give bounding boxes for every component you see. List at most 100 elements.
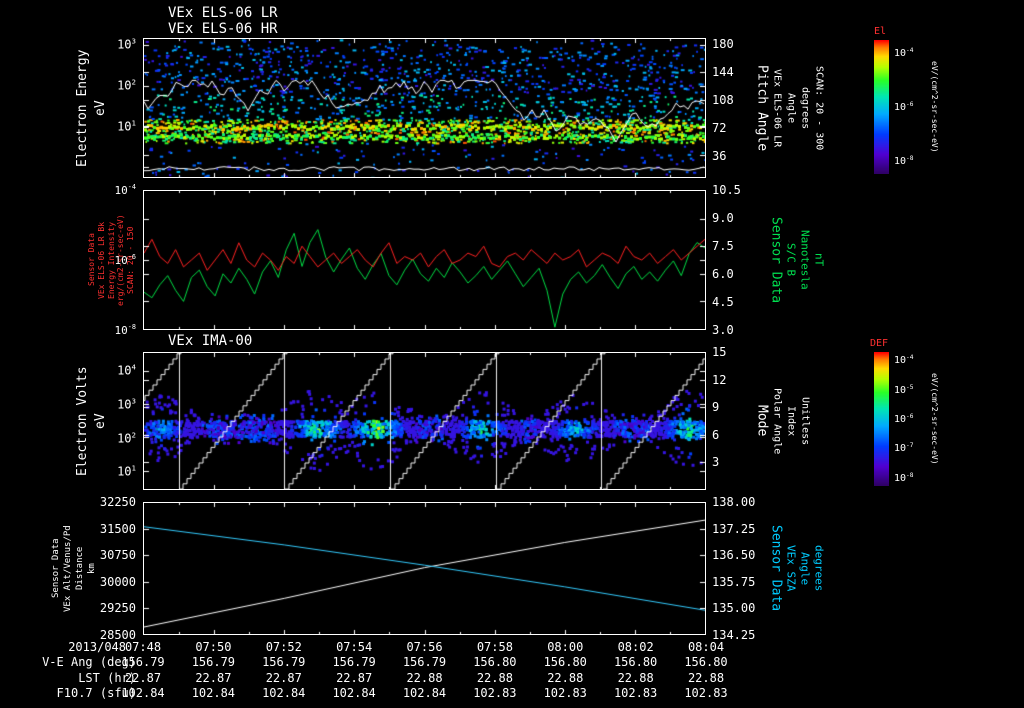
axis-title-line: Sensor Data <box>768 525 784 612</box>
row-value: 156.80 <box>684 655 728 669</box>
axis-title-line: Unitless <box>799 396 811 446</box>
time-tick-label: 08:02 <box>617 640 654 654</box>
tick-label: 9.0 <box>712 211 734 225</box>
row-value: 156.80 <box>613 655 658 669</box>
panel4-right-axis-title: Sensor Data VEx SZA Angle degrees <box>768 502 825 635</box>
row-label: F10.7 (sfu) <box>56 686 136 700</box>
axis-title-line: VEx Alt/Venus/Pd <box>62 525 73 612</box>
tick-label: 10-5 <box>894 383 914 396</box>
vex-quicklook-plot-page: VEx ELS-06 LR VEx ELS-06 HR Electron Ene… <box>0 0 1024 708</box>
axis-title-line: degrees <box>799 86 811 130</box>
panel2-left-tick-labels: 10-4 10-6 10-8 <box>102 183 138 337</box>
tick-label: 7.5 <box>712 239 734 253</box>
panel4-lines-canvas <box>144 503 705 634</box>
row-value: 102.83 <box>613 686 658 700</box>
panel1-left-tick-labels: 103 102 101 <box>96 36 138 178</box>
row-value: 102.84 <box>262 686 306 700</box>
panel1-title-lr: VEx ELS-06 LR <box>168 5 278 21</box>
tick-label: 12 <box>712 372 727 387</box>
panel3-spectrogram-canvas <box>144 353 705 489</box>
row-value: 22.88 <box>547 670 584 685</box>
colorbar2 <box>874 352 889 490</box>
axis-title-line: eV/(cm^2-sr-sec-eV) <box>929 373 939 465</box>
tick-label: 31500 <box>99 521 136 536</box>
axis-title-line: S/C B <box>784 243 798 277</box>
tick-label: 135.75 <box>712 574 756 589</box>
row-label: V-E Ang (deg) <box>42 655 136 669</box>
tick-label: 10-6 <box>894 100 914 114</box>
row-value: 156.79 <box>262 655 306 669</box>
row-value: 102.84 <box>191 686 236 700</box>
tick-label: 30750 <box>99 548 136 563</box>
axis-title-line: Index <box>785 405 797 437</box>
tick-label: 3.0 <box>712 323 734 337</box>
time-tick-label: 07:52 <box>265 640 302 654</box>
panel2-line-plot <box>143 190 706 330</box>
colorbar2-label: DEF <box>870 338 889 349</box>
time-tick-label: 07:54 <box>336 640 373 654</box>
time-tick-label: 08:04 <box>687 640 725 654</box>
panel4-right-tick-labels: 138.00 137.25 136.50 135.75 135.00 134.25 <box>710 495 758 642</box>
row-value: 156.79 <box>402 655 447 669</box>
tick-label: 108 <box>712 92 734 107</box>
row-value: 102.83 <box>684 686 728 700</box>
colorbar2-units: eV/(cm^2-sr-sec-eV) <box>929 352 939 486</box>
colorbar1-gradient <box>874 40 889 174</box>
tick-label: 15 <box>712 345 727 359</box>
axis-title-line: Mode <box>754 405 770 437</box>
row-value: 102.83 <box>543 686 587 700</box>
tick-label: 36 <box>712 148 727 163</box>
tick-label: 29250 <box>99 601 136 616</box>
row-value: 102.84 <box>121 686 165 700</box>
colorbar1-tick-labels: 10-4 10-6 10-8 <box>892 40 928 174</box>
tick-label: 102 <box>117 430 136 446</box>
row-value: 156.79 <box>121 655 165 669</box>
tick-label: 10-8 <box>894 154 914 167</box>
panel4-left-tick-labels: 32250 31500 30750 30000 29250 28500 <box>94 495 138 642</box>
panel4-left-axis-title: Sensor Data VEx Alt/Venus/Pd Distance km <box>51 502 98 635</box>
row-label: LST (hr) <box>78 670 136 685</box>
tick-label: 72 <box>712 120 727 135</box>
tick-label: 4.5 <box>712 295 734 309</box>
colorbar2-tick-labels: 10-4 10-5 10-6 10-7 10-8 <box>892 352 928 486</box>
tick-label: 10-4 <box>114 183 136 197</box>
axis-title-line: degrees <box>812 545 826 592</box>
axis-title-line: Electron Energy <box>75 49 90 167</box>
tick-label: 101 <box>117 118 136 134</box>
tick-label: 10-8 <box>894 471 914 485</box>
axis-title-line: Nanotesla <box>798 230 812 290</box>
axis-title-line: Electron Volts <box>75 366 90 476</box>
axis-title-line: Sensor Data <box>768 216 784 304</box>
time-tick-label: 07:56 <box>406 640 443 654</box>
axis-title-line: VEx ELS-06 LR <box>771 68 783 148</box>
row-value: 156.79 <box>332 655 376 669</box>
panel3-left-tick-labels: 104 103 102 101 <box>96 352 138 490</box>
tick-label: 101 <box>117 463 136 479</box>
tick-label: 30000 <box>99 574 136 589</box>
colorbar1 <box>874 40 889 178</box>
axis-title-line: Sensor Data <box>51 538 61 599</box>
row-value: 22.88 <box>406 670 443 685</box>
tick-label: 103 <box>117 396 136 412</box>
panel4-orbit-plot <box>143 502 706 635</box>
time-tick-label: 07:50 <box>195 640 232 654</box>
tick-label: 10-7 <box>894 442 914 455</box>
panel3-title: VEx IMA-00 <box>168 333 253 349</box>
panel1-right-tick-labels: 180 144 108 72 36 <box>710 37 756 178</box>
tick-label: 137.25 <box>712 521 756 536</box>
axis-title-line: Sensor Data <box>87 233 96 287</box>
tick-label: 10.5 <box>712 183 741 197</box>
panel3-right-axis-title: Mode Polar Angle Index Unitless <box>754 352 810 490</box>
axis-title-line: Pitch Angle <box>754 64 770 152</box>
tick-label: 6.0 <box>712 267 734 281</box>
panel3-ima-spectrogram <box>143 352 706 490</box>
row-value: 22.87 <box>336 670 373 685</box>
tick-label: 104 <box>117 362 136 378</box>
time-tick-label: 08:00 <box>547 640 584 654</box>
axis-title-line: VEx SZA <box>784 545 798 592</box>
axis-title-line: Distance <box>74 546 85 591</box>
row-value: 102.84 <box>332 686 376 700</box>
row-value: 22.87 <box>124 670 162 685</box>
colorbar1-label: El <box>874 26 887 37</box>
tick-label: 103 <box>117 36 136 52</box>
